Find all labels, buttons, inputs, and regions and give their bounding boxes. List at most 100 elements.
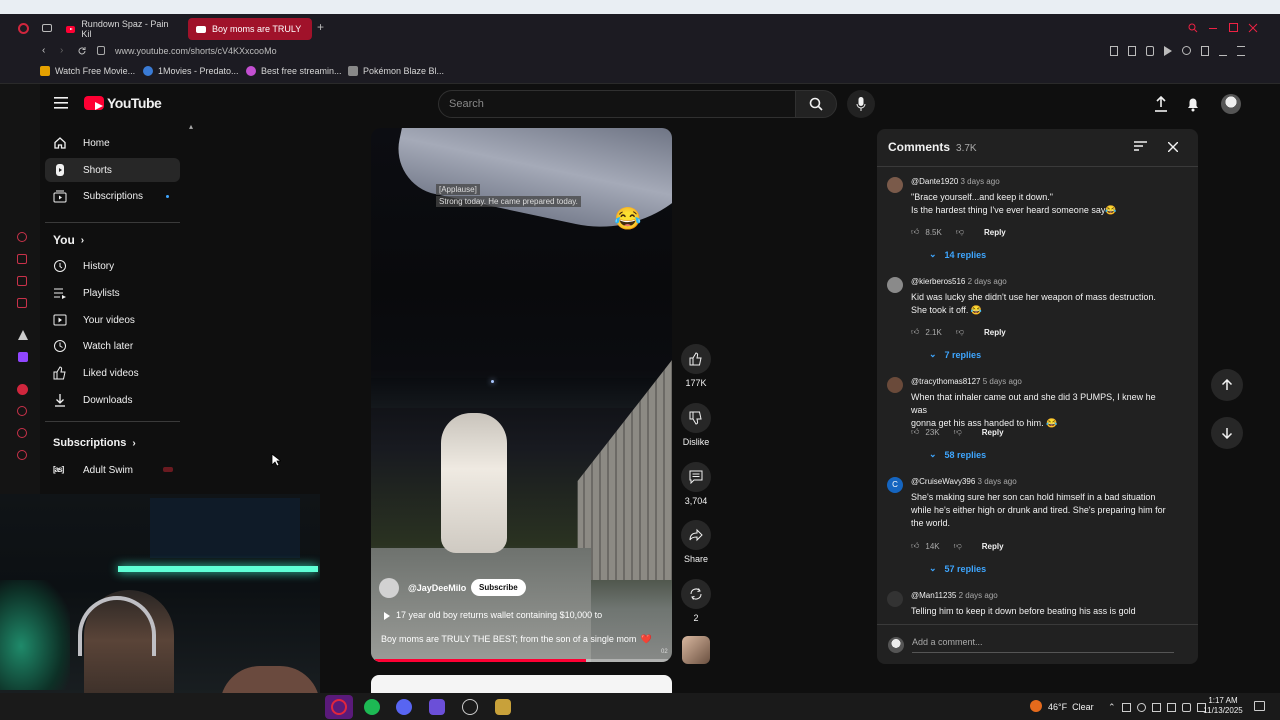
- player-rail-icon[interactable]: [17, 428, 27, 438]
- shield-icon[interactable]: [1146, 46, 1154, 56]
- close-window-icon[interactable]: [1248, 23, 1258, 33]
- account-icon[interactable]: [1201, 46, 1209, 56]
- network-icon[interactable]: [1166, 702, 1176, 712]
- instagram-icon[interactable]: [17, 298, 27, 308]
- whatsapp-icon[interactable]: [17, 276, 27, 286]
- sidebar-item-home[interactable]: Home: [45, 131, 180, 155]
- bookmark-item[interactable]: 1Movies - Predato...: [143, 66, 239, 76]
- share-action[interactable]: Share: [681, 520, 711, 564]
- you-section-title[interactable]: You ›: [53, 233, 84, 247]
- comment-author[interactable]: @CruiseWavy396: [911, 477, 975, 486]
- like-action[interactable]: 177K: [681, 344, 711, 388]
- reload-icon[interactable]: [77, 46, 87, 56]
- close-comments-icon[interactable]: [1168, 142, 1178, 152]
- sidebar-item-liked-videos[interactable]: Liked videos: [45, 361, 180, 385]
- opera-menu-icon[interactable]: [18, 23, 29, 34]
- comments-scrollbar[interactable]: [1190, 169, 1193, 624]
- like-button[interactable]: [681, 344, 711, 374]
- sidebar-item-playlists[interactable]: Playlists: [45, 281, 180, 305]
- reply-button[interactable]: Reply: [982, 428, 1004, 437]
- sidebar-channel-adult-swim[interactable]: [as] Adult Swim: [45, 458, 180, 482]
- sidebar-item-watch-later[interactable]: Watch later: [45, 334, 180, 358]
- snapshot-icon[interactable]: [1128, 46, 1136, 56]
- steelseries-taskbar-icon[interactable]: [462, 699, 478, 715]
- tab-overview-icon[interactable]: [42, 24, 52, 32]
- shorts-video-player[interactable]: [Applause] Strong today. He came prepare…: [371, 128, 672, 662]
- share-button[interactable]: [681, 520, 711, 550]
- dislike-action[interactable]: Dislike: [681, 403, 711, 447]
- dislike-button[interactable]: [681, 403, 711, 433]
- spotify-taskbar-icon[interactable]: [364, 699, 380, 715]
- comment-author[interactable]: @kierberos516: [911, 277, 965, 286]
- remix-button[interactable]: [681, 579, 711, 609]
- view-replies-button[interactable]: ⌄ 58 replies: [929, 449, 986, 460]
- bookmark-item[interactable]: Best free streamin...: [246, 66, 342, 76]
- opera-taskbar-icon[interactable]: [331, 699, 347, 715]
- sound-thumbnail[interactable]: [682, 636, 710, 664]
- next-short-button[interactable]: [1211, 417, 1243, 449]
- history-rail-icon[interactable]: [17, 406, 27, 416]
- discord-taskbar-icon[interactable]: [396, 699, 412, 715]
- comment-like-icon[interactable]: 👍︎: [911, 327, 919, 337]
- comment-avatar[interactable]: [887, 277, 903, 293]
- sidebar-item-subscriptions[interactable]: Subscriptions: [45, 184, 180, 208]
- volume-icon[interactable]: [1181, 702, 1191, 712]
- video-progress-track[interactable]: [375, 659, 668, 662]
- sidebar-item-your-videos[interactable]: Your videos: [45, 308, 180, 332]
- bookmark-item[interactable]: Watch Free Movie...: [40, 66, 135, 76]
- heart-icon[interactable]: [1182, 46, 1191, 55]
- search-tabs-icon[interactable]: [1188, 23, 1198, 33]
- download-icon[interactable]: [1219, 46, 1227, 56]
- twitch-icon[interactable]: [18, 352, 28, 362]
- account-avatar[interactable]: [1221, 94, 1241, 114]
- maximize-icon[interactable]: [1229, 23, 1238, 32]
- reply-button[interactable]: Reply: [984, 228, 1006, 237]
- comment-avatar[interactable]: [887, 177, 903, 193]
- comment-author[interactable]: @tracythomas8127: [911, 377, 981, 386]
- view-replies-button[interactable]: ⌄ 57 replies: [929, 563, 986, 574]
- remix-action[interactable]: 2: [681, 579, 711, 623]
- minimize-icon[interactable]: [1209, 28, 1217, 29]
- youtube-logo[interactable]: YouTube: [84, 95, 162, 111]
- hamburger-menu-icon[interactable]: [54, 97, 68, 109]
- comment-avatar[interactable]: C: [887, 477, 903, 493]
- subscriptions-section-title[interactable]: Subscriptions ›: [53, 437, 136, 449]
- notifications-bell-icon[interactable]: [1186, 96, 1200, 112]
- comment-like-icon[interactable]: 👍︎: [911, 227, 919, 237]
- upload-icon[interactable]: [1154, 96, 1168, 112]
- reply-button[interactable]: Reply: [982, 542, 1004, 551]
- menu-icon[interactable]: [1237, 46, 1245, 56]
- comments-button[interactable]: [681, 462, 711, 492]
- vk-icon[interactable]: [18, 330, 28, 340]
- comment-dislike-icon[interactable]: 👎︎: [954, 541, 962, 551]
- tray-app-icon[interactable]: [1121, 702, 1131, 712]
- weather-text[interactable]: 46°F Clear: [1048, 702, 1094, 712]
- view-replies-button[interactable]: ⌄ 7 replies: [929, 349, 981, 360]
- music-icon[interactable]: [17, 384, 28, 395]
- video-title-line-1[interactable]: 17 year old boy returns wallet containin…: [396, 610, 602, 620]
- comment-author[interactable]: @Man11235: [911, 591, 956, 600]
- scroll-up-arrow-icon[interactable]: ▴: [189, 122, 193, 131]
- sidebar-item-downloads[interactable]: Downloads: [45, 388, 180, 412]
- url-field[interactable]: www.youtube.com/shorts/cV4KXxcooMo: [115, 46, 277, 56]
- back-icon[interactable]: ‹: [42, 45, 45, 56]
- video-title-line-2[interactable]: Boy moms are TRULY THE BEST; from the so…: [381, 634, 652, 645]
- comments-action[interactable]: 3,704: [681, 462, 711, 506]
- tab-rundown-spaz[interactable]: Rundown Spaz - Pain Kil: [58, 18, 182, 40]
- tab-boy-moms[interactable]: Boy moms are TRULY: [188, 18, 312, 40]
- tray-app-icon[interactable]: [1136, 702, 1146, 712]
- channel-name[interactable]: @JayDeeMilo: [408, 583, 466, 593]
- sidebar-item-shorts[interactable]: Shorts: [45, 158, 180, 182]
- notifications-taskbar-icon[interactable]: [1254, 701, 1265, 711]
- comment-author[interactable]: @Dante1920: [911, 177, 958, 186]
- search-input[interactable]: Search: [438, 90, 796, 118]
- comment-dislike-icon[interactable]: 👎︎: [954, 427, 962, 437]
- player-icon[interactable]: [1164, 46, 1172, 56]
- subscribe-button[interactable]: Subscribe: [471, 579, 526, 596]
- reply-button[interactable]: Reply: [984, 328, 1006, 337]
- league-taskbar-icon[interactable]: [495, 699, 511, 715]
- comment-like-icon[interactable]: 👍︎: [911, 541, 919, 551]
- channel-avatar[interactable]: [379, 578, 399, 598]
- previous-short-button[interactable]: [1211, 369, 1243, 401]
- add-comment-input[interactable]: Add a comment...: [912, 637, 1174, 653]
